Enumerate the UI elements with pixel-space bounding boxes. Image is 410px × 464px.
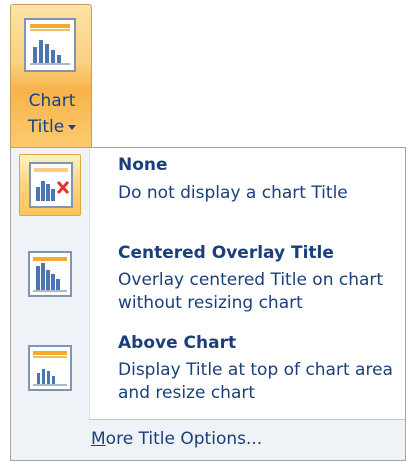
chevron-down-icon bbox=[68, 124, 77, 130]
chart-overlay-title-icon bbox=[19, 244, 81, 306]
chart-title-dropdown[interactable]: Title bbox=[11, 117, 93, 137]
menu-item-description: Display Title at top of chart area and r… bbox=[118, 360, 393, 403]
chart-title-menu: None Do not display a chart Title Center… bbox=[10, 147, 406, 461]
chart-title-label: Chart bbox=[28, 91, 76, 111]
chart-title-icon bbox=[17, 13, 85, 79]
menu-item-centered-overlay-title[interactable]: Centered Overlay Title Overlay centered … bbox=[11, 240, 405, 328]
access-key: M bbox=[91, 429, 106, 449]
menu-item-title: None bbox=[118, 155, 168, 175]
menu-item-none[interactable]: None Do not display a chart Title bbox=[11, 148, 405, 240]
chart-title-button[interactable]: Chart Title bbox=[10, 4, 92, 148]
menu-item-title: Above Chart bbox=[118, 333, 237, 353]
more-title-options-item[interactable]: More Title Options... bbox=[11, 420, 405, 460]
menu-item-description: Do not display a chart Title bbox=[118, 183, 348, 203]
chart-title-label-line2: Title bbox=[27, 117, 65, 137]
more-title-options-label: More Title Options... bbox=[91, 429, 262, 449]
menu-item-above-chart[interactable]: Above Chart Display Title at top of char… bbox=[11, 328, 405, 418]
chart-no-title-icon bbox=[19, 154, 81, 216]
chart-above-title-icon bbox=[19, 338, 81, 400]
more-title-options-text: ore Title Options... bbox=[105, 429, 263, 449]
menu-item-title: Centered Overlay Title bbox=[118, 243, 334, 263]
menu-item-description: Overlay centered Title on chart without … bbox=[118, 270, 384, 313]
